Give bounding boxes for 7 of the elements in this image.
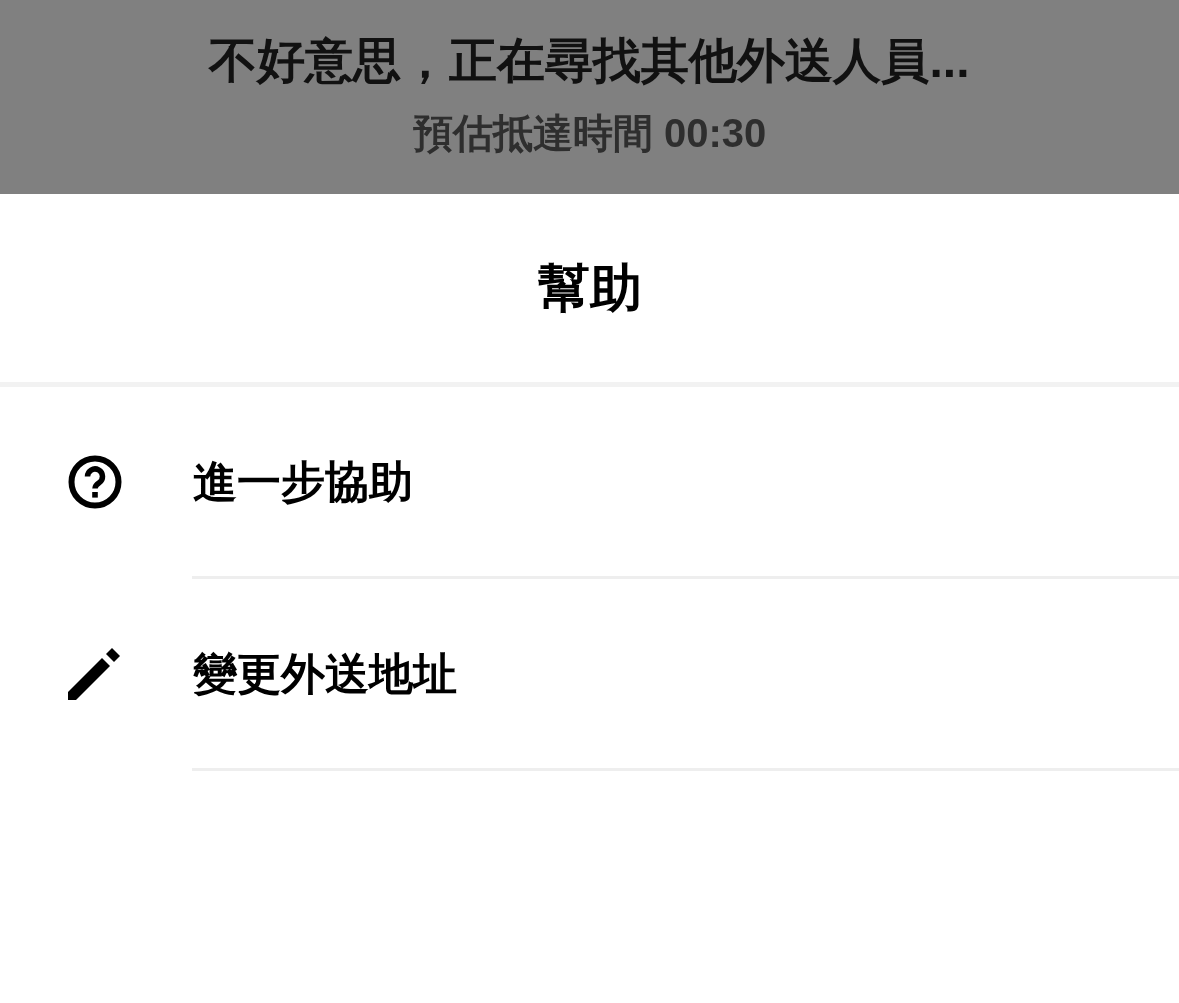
sheet-title: 幫助 — [537, 258, 642, 319]
question-circle-icon — [68, 454, 122, 509]
menu-item[interactable]: 變更外送地址 — [0, 579, 1179, 768]
arrival-time-text: 預估抵達時間 00:30 — [412, 110, 767, 157]
pencil-icon — [68, 647, 120, 700]
menu-item[interactable]: 進一步協助 — [0, 387, 1179, 576]
banner-title: 不好意思，正在尋找其他外送人員... — [209, 33, 970, 89]
